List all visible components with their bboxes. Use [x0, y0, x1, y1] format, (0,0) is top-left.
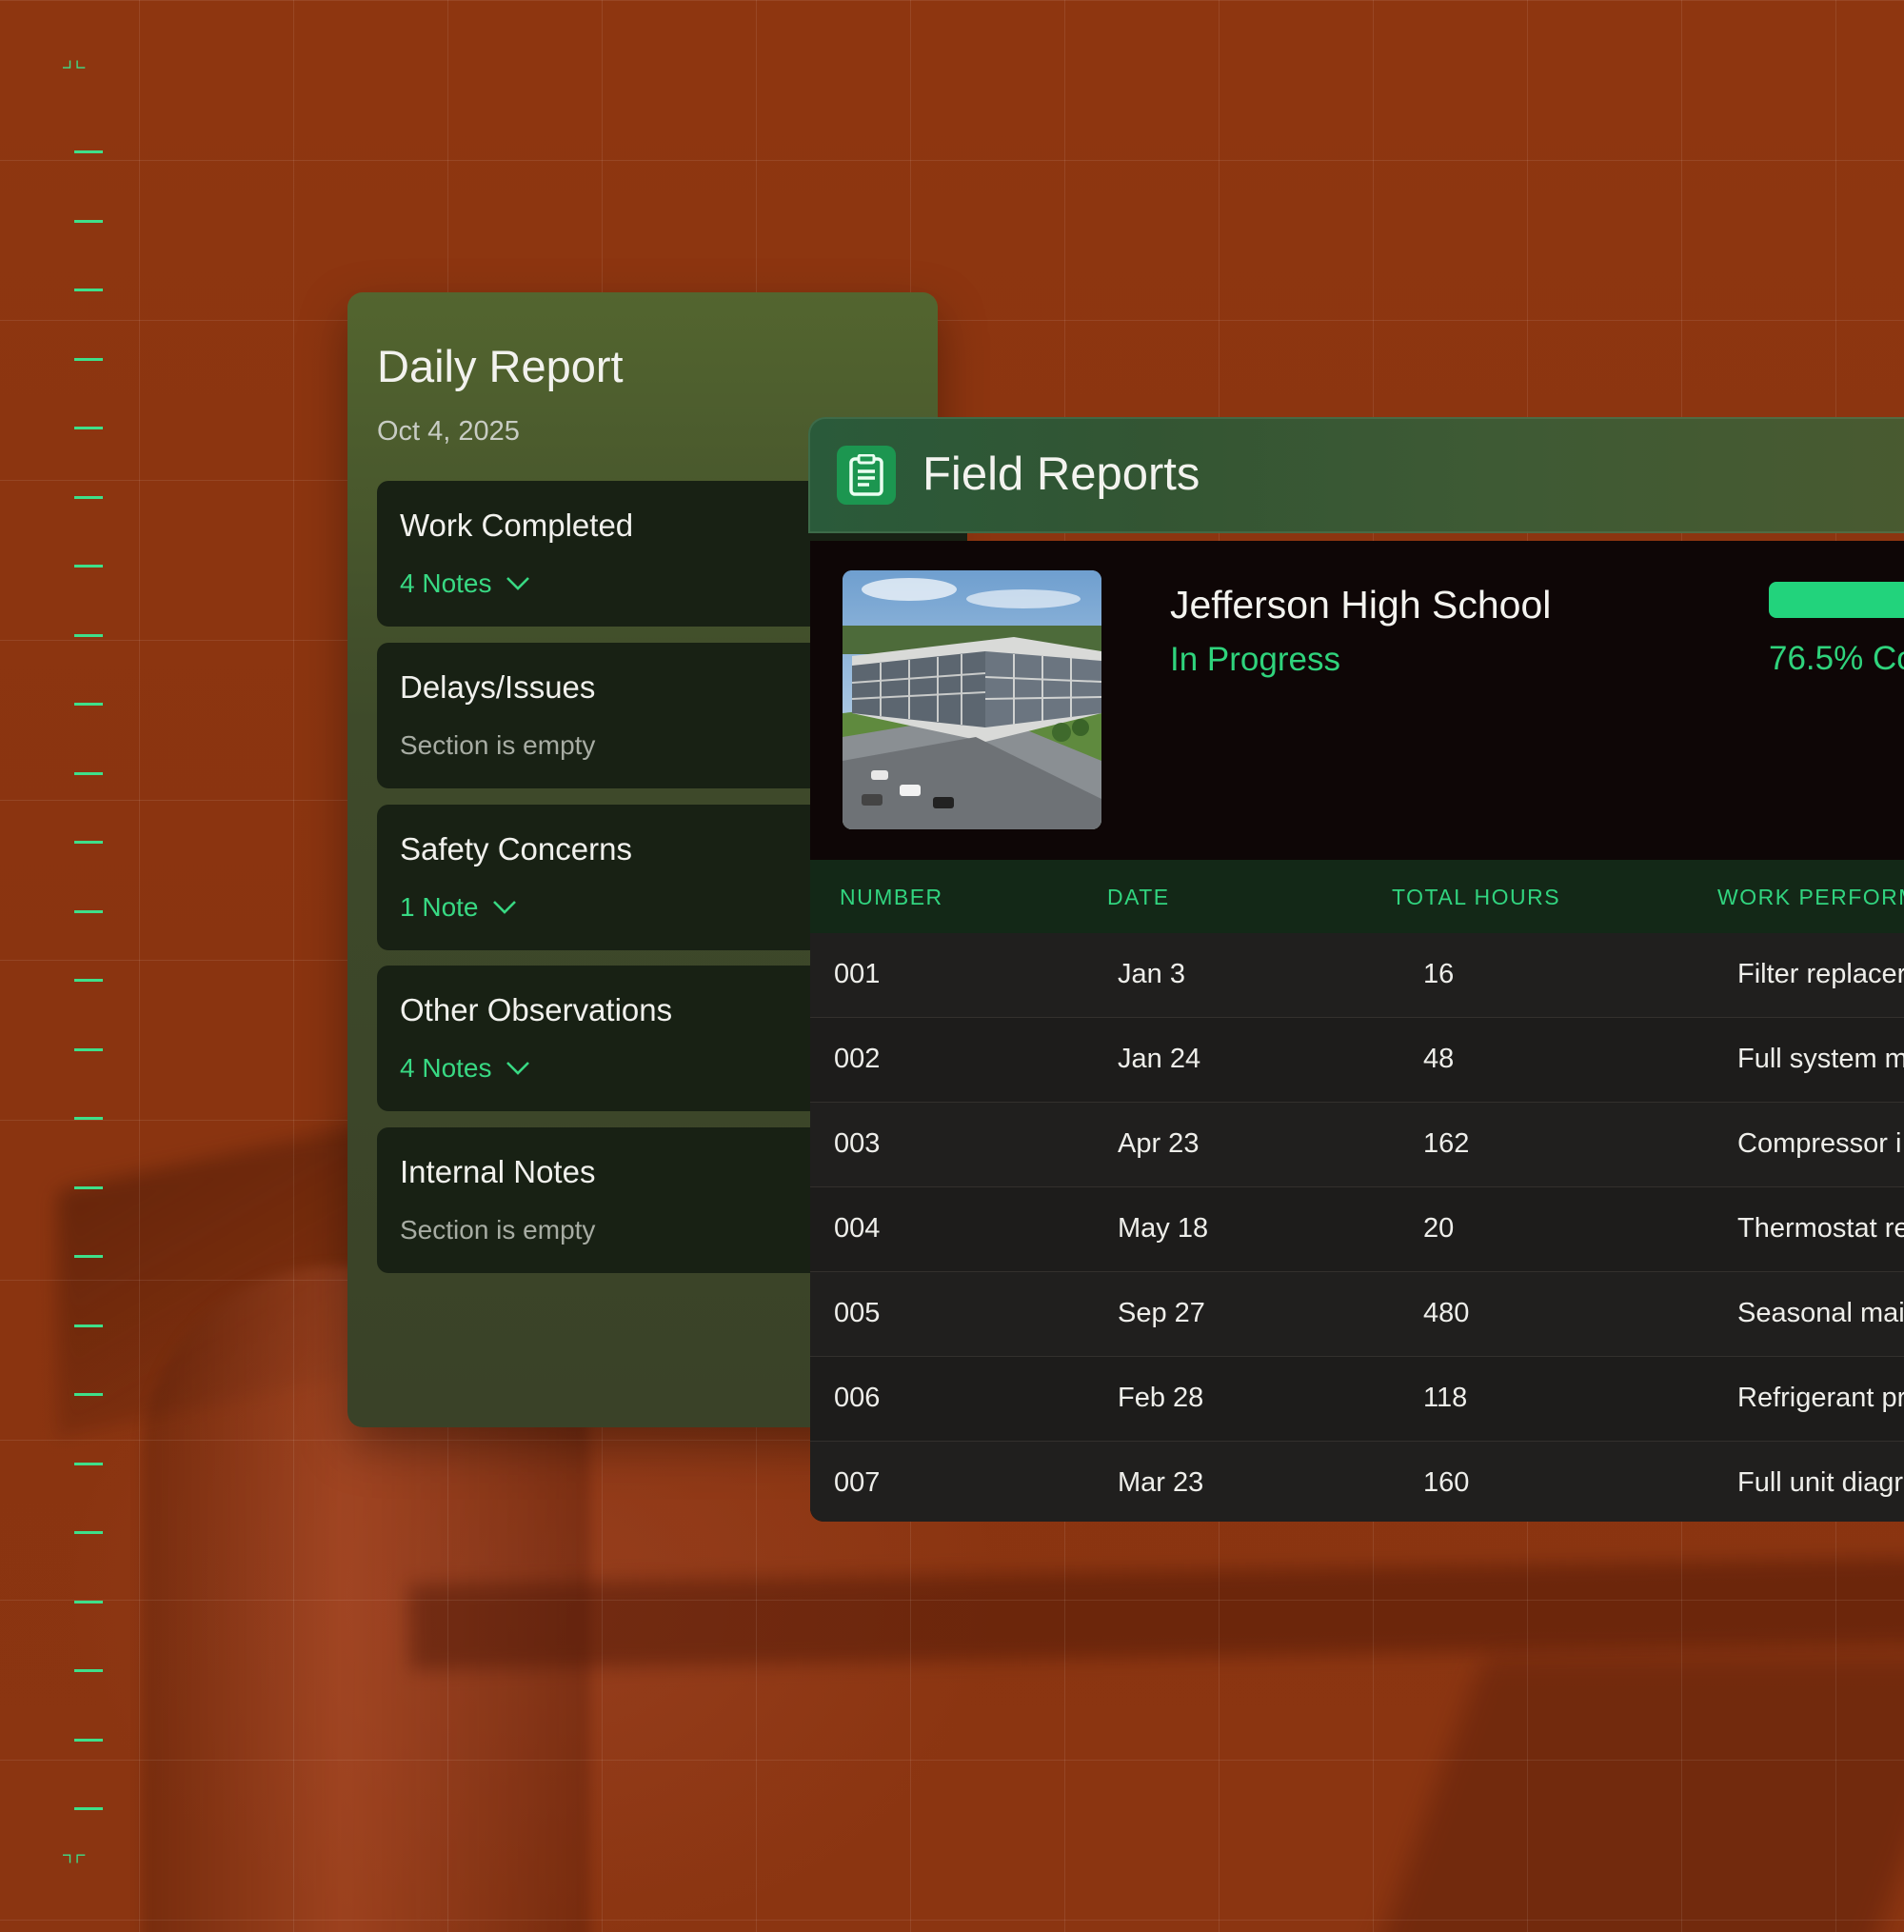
- progress-bar-fill: [1769, 582, 1904, 618]
- ruler-tick: [74, 1600, 103, 1603]
- cell-number: 005: [834, 1298, 881, 1328]
- cell-number: 003: [834, 1128, 881, 1159]
- field-reports-title: Field Reports: [922, 448, 1200, 500]
- cell-date: Mar 23: [1118, 1467, 1204, 1498]
- notes-count: 4 Notes: [400, 1053, 492, 1083]
- project-status: In Progress: [1170, 641, 1340, 678]
- ruler-tick: [74, 1531, 103, 1534]
- ruler: [63, 0, 139, 1932]
- clipboard-icon: [837, 446, 896, 505]
- report-section-title: Delays/Issues: [400, 669, 596, 705]
- ruler-tick: [74, 150, 103, 153]
- notes-count: 4 Notes: [400, 568, 492, 598]
- ruler-tick: [74, 841, 103, 844]
- table-row[interactable]: 007 Mar 23 160 Full unit diagr: [810, 1442, 1904, 1522]
- progress-bar: [1769, 582, 1904, 618]
- chevron-down-icon: [506, 577, 529, 590]
- table-header: NUMBER DATE TOTAL HOURS WORK PERFORM: [810, 860, 1904, 934]
- ruler-tick: [74, 1807, 103, 1810]
- table-row[interactable]: 004 May 18 20 Thermostat re: [810, 1187, 1904, 1272]
- cell-work-performed: Filter replacer: [1737, 959, 1904, 989]
- field-reports-header: Field Reports: [808, 417, 1904, 533]
- table-row[interactable]: 002 Jan 24 48 Full system m: [810, 1018, 1904, 1103]
- cell-work-performed: Refrigerant pr: [1737, 1383, 1904, 1413]
- cell-date: Sep 27: [1118, 1298, 1205, 1328]
- cell-date: Feb 28: [1118, 1383, 1204, 1413]
- column-header-date[interactable]: DATE: [1107, 885, 1170, 910]
- chevron-down-icon: [492, 901, 516, 914]
- daily-report-date: Oct 4, 2025: [377, 416, 520, 447]
- cell-total-hours: 48: [1423, 1044, 1455, 1074]
- corner-bracket-top: [63, 60, 86, 69]
- cell-work-performed: Compressor i: [1737, 1128, 1902, 1159]
- notes-toggle[interactable]: 4 Notes: [400, 568, 530, 599]
- ruler-tick: [74, 1738, 103, 1742]
- table-row[interactable]: 006 Feb 28 118 Refrigerant pr: [810, 1357, 1904, 1442]
- cell-number: 007: [834, 1467, 881, 1498]
- ruler-tick: [74, 289, 103, 291]
- table-row[interactable]: 005 Sep 27 480 Seasonal mai: [810, 1272, 1904, 1357]
- chevron-down-icon: [506, 1062, 529, 1075]
- notes-toggle[interactable]: 4 Notes: [400, 1053, 530, 1084]
- ruler-tick: [74, 565, 103, 568]
- cell-total-hours: 118: [1423, 1383, 1468, 1413]
- cell-work-performed: Full unit diagr: [1737, 1467, 1904, 1498]
- report-section-empty-text: Section is empty: [400, 730, 596, 760]
- column-header-number[interactable]: NUMBER: [840, 885, 943, 910]
- cell-date: Apr 23: [1118, 1128, 1200, 1159]
- ruler-tick: [74, 1393, 103, 1396]
- cell-work-performed: Seasonal mai: [1737, 1298, 1904, 1328]
- ruler-tick: [74, 979, 103, 982]
- ruler-tick: [74, 1047, 103, 1051]
- cell-total-hours: 160: [1423, 1467, 1470, 1498]
- daily-report-title: Daily Report: [377, 341, 624, 391]
- field-reports-window: Field Reports Jefferson High School In P…: [808, 417, 1904, 1522]
- cell-number: 002: [834, 1044, 881, 1074]
- corner-bracket-bottom: [63, 1854, 86, 1863]
- cell-number: 004: [834, 1213, 881, 1244]
- report-section-title: Internal Notes: [400, 1154, 596, 1189]
- ruler-tick: [74, 1185, 103, 1189]
- notes-count: 1 Note: [400, 892, 479, 922]
- ruler-tick: [74, 1255, 103, 1258]
- project-card[interactable]: Jefferson High School In Progress 76.5% …: [810, 541, 1904, 860]
- ruler-tick: [74, 703, 103, 706]
- cell-work-performed: Thermostat re: [1737, 1213, 1904, 1244]
- column-header-total-hours[interactable]: TOTAL HOURS: [1392, 885, 1560, 910]
- table-body: 001 Jan 3 16 Filter replacer 002 Jan 24 48 Full…: [810, 933, 1904, 1522]
- report-section-empty-text: Section is empty: [400, 1215, 596, 1245]
- column-header-work-performed[interactable]: WORK PERFORM: [1717, 885, 1904, 910]
- report-section-title: Other Observations: [400, 992, 673, 1027]
- project-name: Jefferson High School: [1170, 583, 1552, 627]
- cell-number: 001: [834, 959, 881, 989]
- cell-date: Jan 24: [1118, 1044, 1201, 1074]
- cell-total-hours: 20: [1423, 1213, 1455, 1244]
- cell-total-hours: 480: [1423, 1298, 1470, 1328]
- ruler-tick: [74, 909, 103, 913]
- ruler-tick: [74, 771, 103, 775]
- ruler-tick: [74, 1462, 103, 1465]
- cell-total-hours: 16: [1423, 959, 1455, 989]
- progress-label: 76.5% Co: [1769, 640, 1904, 677]
- cell-total-hours: 162: [1423, 1128, 1470, 1159]
- ruler-tick: [74, 633, 103, 637]
- cell-work-performed: Full system m: [1737, 1044, 1904, 1074]
- ruler-tick: [74, 219, 103, 223]
- table-row[interactable]: 003 Apr 23 162 Compressor i: [810, 1103, 1904, 1187]
- cell-date: May 18: [1118, 1213, 1209, 1244]
- cell-number: 006: [834, 1383, 881, 1413]
- project-photo: [843, 570, 1101, 829]
- ruler-tick: [74, 1117, 103, 1120]
- notes-toggle[interactable]: 1 Note: [400, 892, 517, 923]
- cell-date: Jan 3: [1118, 959, 1185, 989]
- field-reports-body: Jefferson High School In Progress 76.5% …: [810, 541, 1904, 1522]
- ruler-tick: [74, 495, 103, 499]
- ruler-tick: [74, 427, 103, 429]
- report-section-title: Safety Concerns: [400, 831, 632, 866]
- ruler-tick: [74, 1669, 103, 1672]
- report-section-title: Work Completed: [400, 508, 634, 543]
- table-row[interactable]: 001 Jan 3 16 Filter replacer: [810, 933, 1904, 1018]
- ruler-tick: [74, 357, 103, 361]
- ruler-tick: [74, 1324, 103, 1327]
